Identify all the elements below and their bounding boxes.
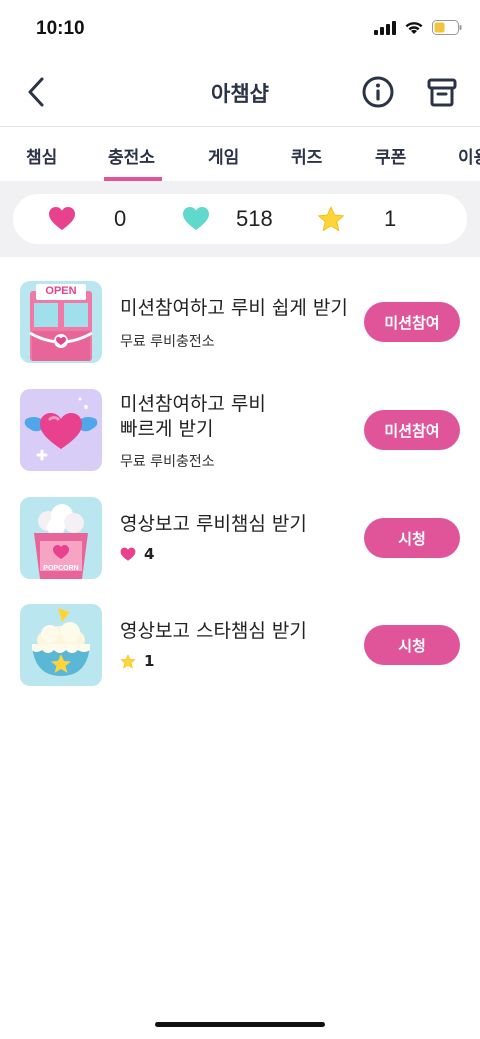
page-title: 아챔샵	[211, 82, 269, 106]
star-icon	[317, 206, 345, 232]
mission-button[interactable]: 미션참여	[364, 302, 460, 342]
ruby-heart-icon	[183, 207, 209, 230]
list-item: OPEN 미션참여하고 루비 쉽게 받기 무료 루비충전소 미션참여	[0, 281, 480, 381]
info-button[interactable]	[360, 74, 396, 110]
list-item: POPCORN 영상보고 루비챔심 받기 4 시청	[0, 497, 480, 597]
watch-button[interactable]: 시청	[364, 518, 460, 558]
tab-coupon[interactable]: 쿠폰	[375, 143, 406, 168]
tab-quiz[interactable]: 퀴즈	[291, 143, 322, 168]
reward-value: 4	[144, 545, 155, 563]
status-bar: 10:10	[0, 0, 480, 60]
star-bowl-icon	[32, 608, 90, 676]
status-icons	[374, 20, 462, 35]
signal-icon	[374, 20, 396, 35]
winged-heart-icon	[24, 397, 98, 461]
heart-balance: 0	[114, 206, 127, 231]
item-title-line1: 미션참여하고 루비	[120, 393, 266, 415]
item-title: 영상보고 루비챔심 받기	[120, 513, 307, 535]
reward-value: 1	[144, 652, 155, 670]
tab-champ[interactable]: 챔심	[26, 143, 57, 168]
thumbnail-label: OPEN	[45, 285, 77, 297]
wifi-icon	[405, 22, 423, 34]
shop-open-thumbnail: OPEN	[20, 281, 102, 363]
thumbnail-label: POPCORN	[43, 565, 79, 572]
item-title: 영상보고 스타챔심 받기	[120, 620, 307, 642]
battery-icon	[432, 20, 462, 35]
info-icon	[362, 76, 394, 108]
balance-area: 0 518 1	[0, 181, 480, 257]
winged-heart-thumbnail	[20, 389, 102, 471]
nav-bar: 아챔샵	[0, 60, 480, 126]
archive-button[interactable]	[424, 74, 460, 110]
item-subtitle: 무료 루비충전소	[120, 454, 215, 470]
popcorn-thumbnail: POPCORN	[20, 497, 102, 579]
tab-game[interactable]: 게임	[208, 143, 239, 168]
mission-button[interactable]: 미션참여	[364, 410, 460, 450]
list-item: 영상보고 스타챔심 받기 1 시청	[0, 604, 480, 704]
list-item: 미션참여하고 루비 빠르게 받기 무료 루비충전소 미션참여	[0, 389, 480, 489]
star-balance: 1	[384, 206, 397, 231]
tab-usage[interactable]: 이용	[458, 143, 480, 168]
reward: 4	[120, 545, 154, 563]
heart-icon	[49, 207, 75, 230]
home-indicator	[155, 1022, 325, 1027]
heart-icon	[120, 547, 136, 561]
tab-bar: 챔심 충전소 게임 퀴즈 쿠폰 이용	[0, 126, 480, 181]
tab-charge-station[interactable]: 충전소	[108, 143, 155, 168]
status-time: 10:10	[36, 18, 85, 39]
item-title: 미션참여하고 루비 쉽게 받기	[120, 297, 348, 319]
archive-icon	[427, 78, 457, 107]
star-bowl-thumbnail	[20, 604, 102, 686]
watch-button[interactable]: 시청	[364, 625, 460, 665]
ruby-balance: 518	[236, 206, 273, 231]
balance-pill: 0 518 1	[13, 194, 467, 244]
item-subtitle: 무료 루비충전소	[120, 334, 215, 350]
item-title-line2: 빠르게 받기	[120, 418, 214, 440]
star-icon	[120, 653, 136, 669]
reward: 1	[120, 652, 154, 670]
